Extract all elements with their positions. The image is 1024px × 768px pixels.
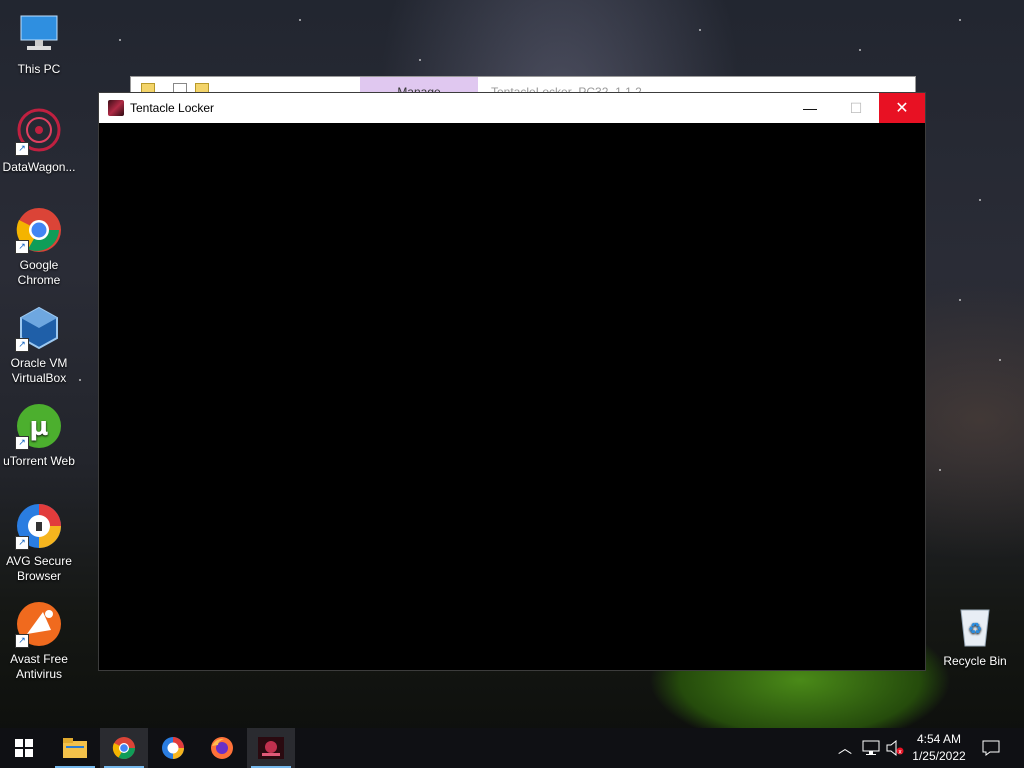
desktop-icon-label: Google Chrome [17, 258, 61, 287]
desktop-icon-this-pc[interactable]: This PC [0, 10, 78, 77]
desktop-icon-avg-secure-browser[interactable]: ↗ AVG Secure Browser [0, 502, 78, 584]
desktop-icon-label: uTorrent Web [3, 454, 75, 468]
desktop-icon-recycle-bin[interactable]: ♻ Recycle Bin [936, 602, 1014, 669]
taskbar-file-explorer[interactable] [51, 728, 99, 768]
window-title: Tentacle Locker [130, 101, 215, 115]
tentacle-locker-window[interactable]: Tentacle Locker — ☐ ✕ [98, 92, 926, 671]
chevron-up-icon: ︿ [838, 740, 852, 756]
start-button[interactable] [0, 728, 48, 768]
show-hidden-icons-button[interactable]: ︿ [838, 728, 852, 768]
shortcut-arrow-icon: ↗ [15, 436, 29, 450]
avg-browser-icon [162, 737, 184, 759]
tentacle-locker-icon [258, 737, 284, 759]
desktop-icon-label: This PC [17, 62, 61, 76]
shortcut-arrow-icon: ↗ [15, 142, 29, 156]
taskbar-google-chrome[interactable] [100, 728, 148, 768]
chrome-icon [112, 737, 135, 759]
taskbar-clock[interactable]: 4:54 AM 1/25/2022 [905, 731, 973, 765]
window-content-area[interactable] [99, 123, 925, 670]
desktop-icon-avast[interactable]: ↗ Avast Free Antivirus [0, 600, 78, 682]
svg-text:♻: ♻ [968, 619, 982, 638]
notification-icon [982, 740, 1000, 756]
clock-time: 4:54 AM [916, 732, 962, 746]
clock-date: 1/25/2022 [912, 749, 966, 763]
avast-icon: ↗ [15, 600, 63, 648]
desktop-icon-datawagon[interactable]: ↗ DataWagon... [0, 108, 78, 175]
network-icon [862, 740, 880, 755]
maximize-button[interactable]: ☐ [833, 93, 879, 123]
folder-icon [63, 738, 87, 758]
windows-icon [15, 739, 33, 757]
desktop-icon-label: AVG Secure Browser [6, 554, 72, 583]
close-button[interactable]: ✕ [879, 93, 925, 123]
svg-text:µ: µ [29, 412, 48, 442]
window-titlebar[interactable]: Tentacle Locker — ☐ ✕ [99, 93, 925, 123]
network-tray-button[interactable] [862, 728, 880, 768]
tentacle-locker-icon [108, 100, 124, 116]
desktop-icon-label: DataWagon... [2, 160, 76, 174]
taskbar-firefox[interactable] [198, 728, 246, 768]
desktop-icon-utorrent[interactable]: µ ↗ uTorrent Web [0, 402, 78, 469]
minimize-button[interactable]: — [787, 93, 833, 123]
svg-text:x: x [898, 749, 902, 756]
datawagon-icon: ↗ [15, 108, 63, 156]
chrome-icon: ↗ [15, 206, 63, 254]
desktop-icon-virtualbox[interactable]: ↗ Oracle VM VirtualBox [0, 304, 78, 386]
shortcut-arrow-icon: ↗ [15, 338, 29, 352]
taskbar-avg-secure-browser[interactable] [149, 728, 197, 768]
shortcut-arrow-icon: ↗ [15, 634, 29, 648]
virtualbox-icon: ↗ [15, 304, 63, 352]
taskbar: ︿ x 4:54 AM 1/25/2022 [0, 728, 1024, 768]
firefox-icon [211, 737, 233, 759]
volume-muted-icon: x [886, 740, 904, 756]
utorrent-icon: µ ↗ [15, 402, 63, 450]
recycle-bin-icon: ♻ [951, 602, 999, 650]
desktop-icon-label: Recycle Bin [943, 654, 1007, 668]
taskbar-tentacle-locker[interactable] [247, 728, 295, 768]
desktop-icon-google-chrome[interactable]: ↗ Google Chrome [0, 206, 78, 288]
computer-icon [15, 10, 63, 58]
shortcut-arrow-icon: ↗ [15, 536, 29, 550]
desktop-icon-label: Avast Free Antivirus [10, 652, 68, 681]
volume-tray-button[interactable]: x [886, 728, 904, 768]
desktop-icon-label: Oracle VM VirtualBox [10, 356, 68, 385]
action-center-button[interactable] [982, 728, 1000, 768]
shortcut-arrow-icon: ↗ [15, 240, 29, 254]
avg-browser-icon: ↗ [15, 502, 63, 550]
